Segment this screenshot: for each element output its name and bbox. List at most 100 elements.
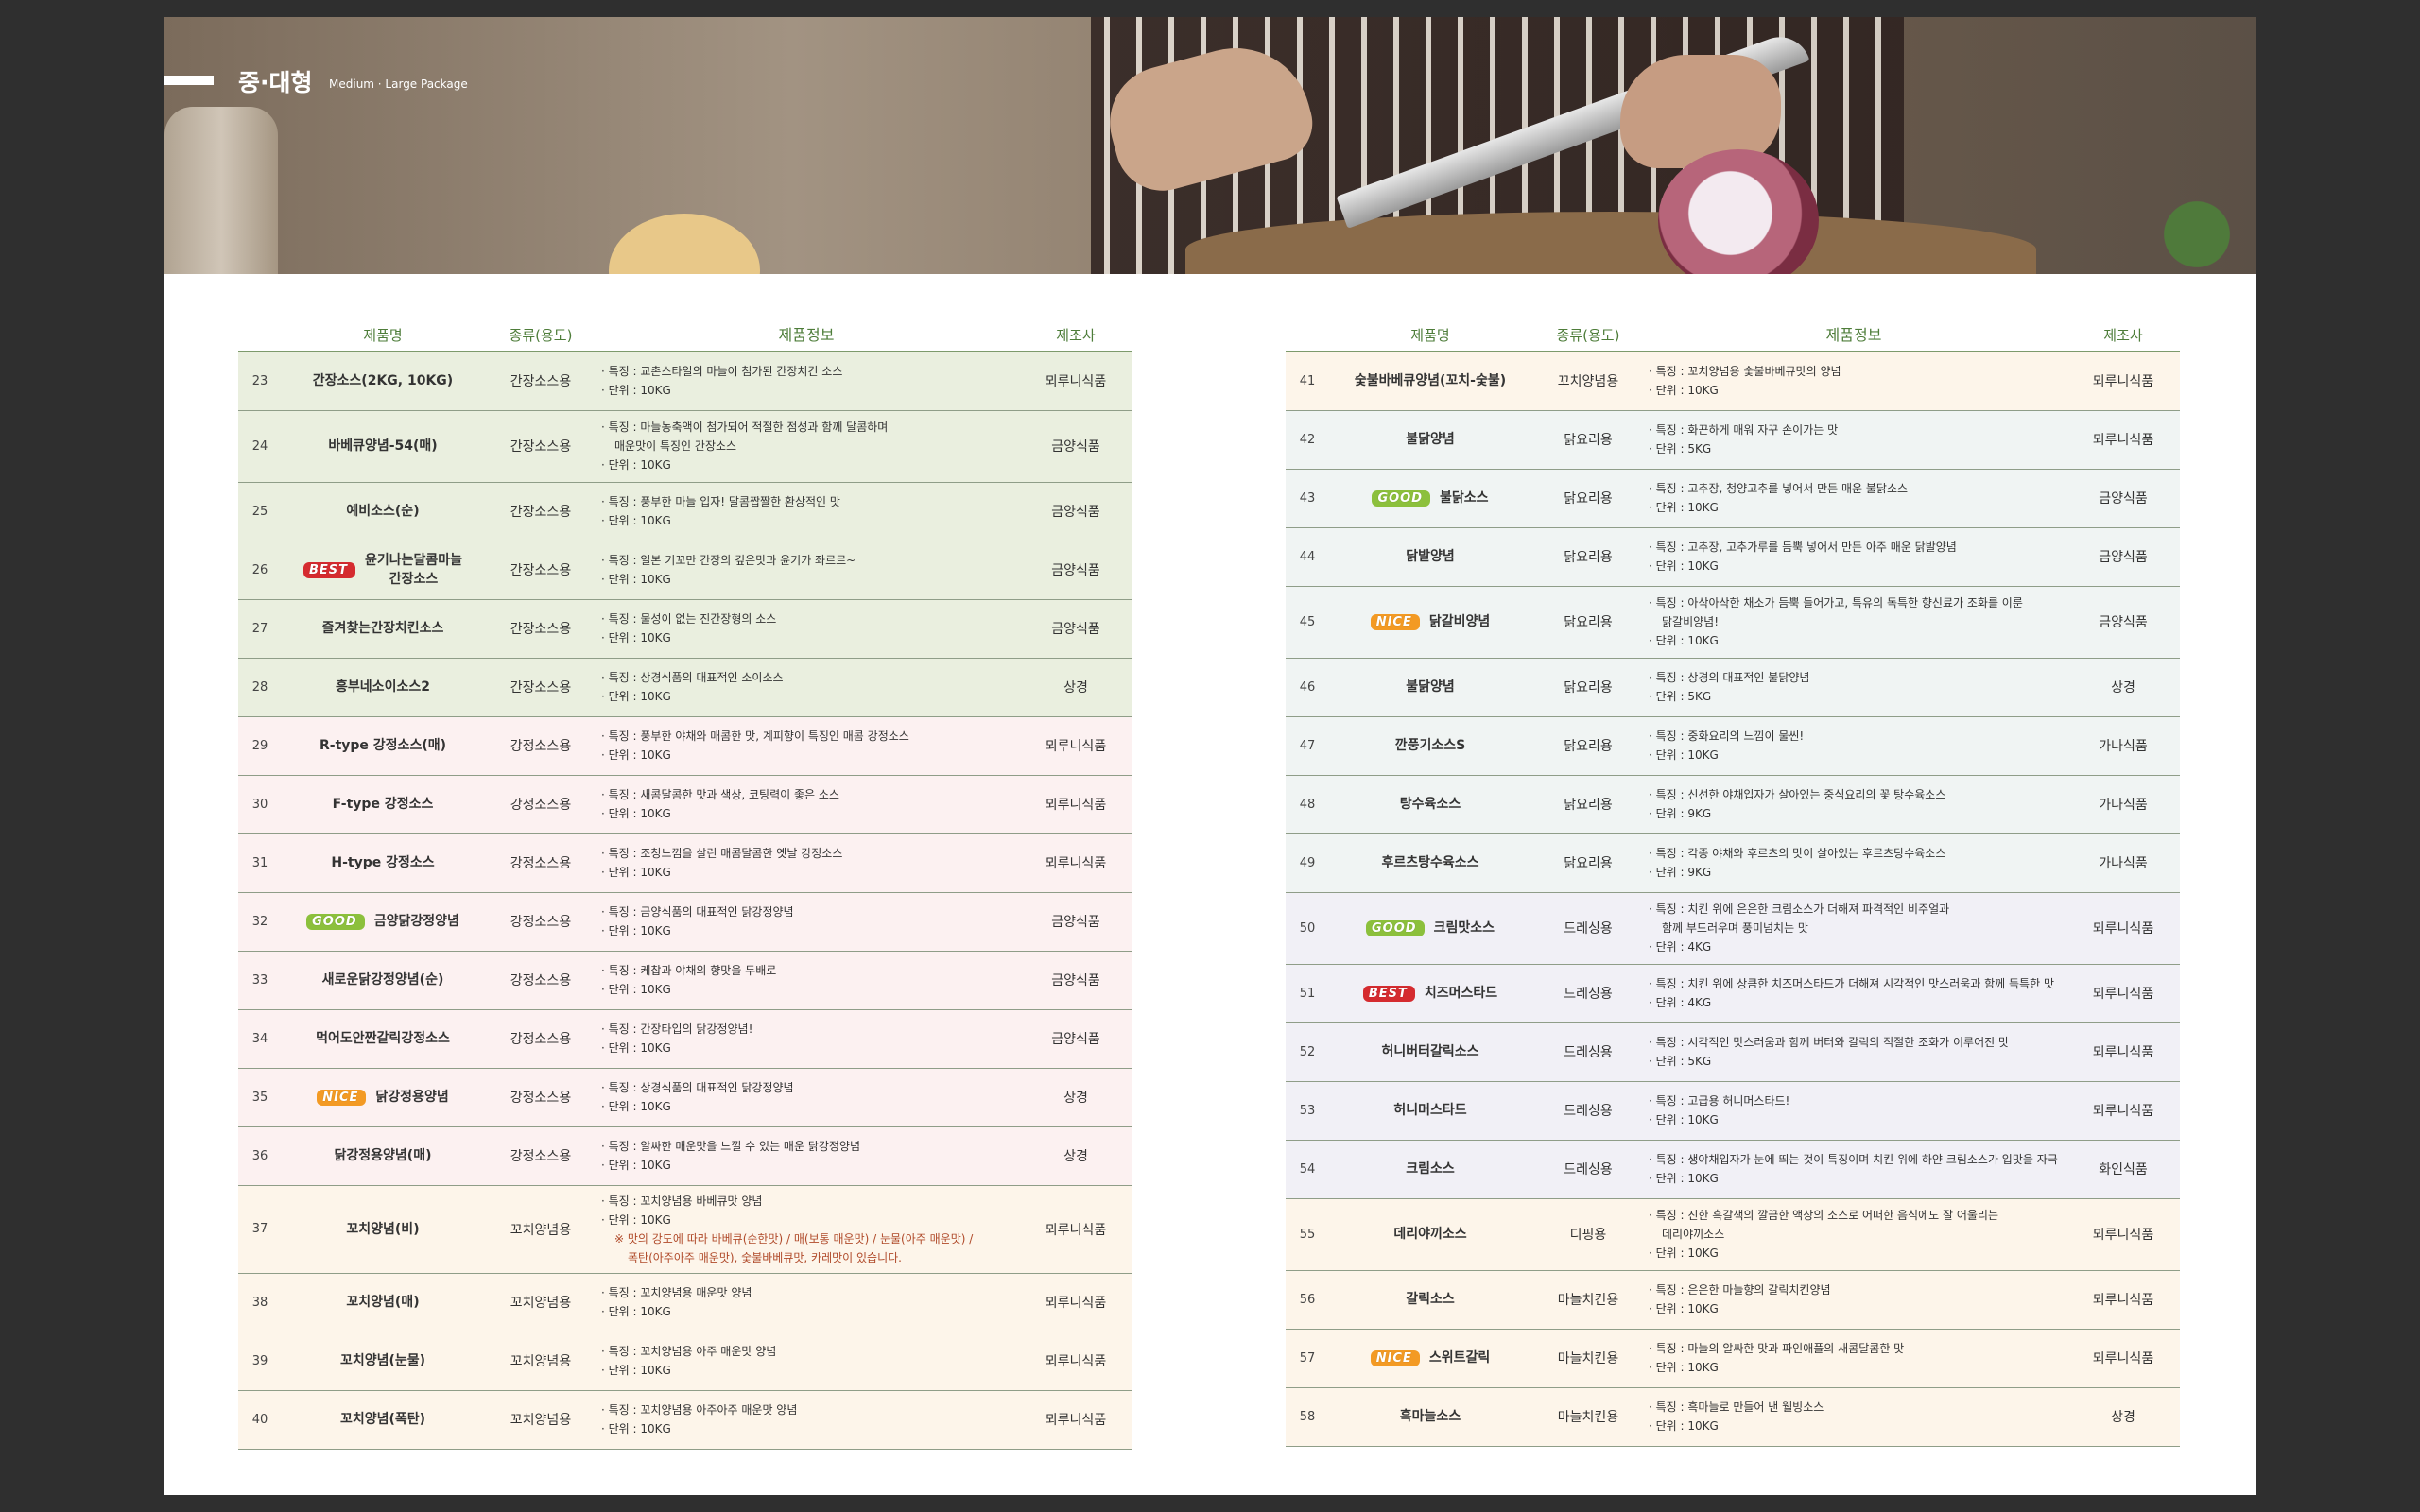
product-name: 즐겨찾는간장치킨소스 (322, 619, 444, 638)
product-name-cell: 닭발양념 (1325, 527, 1535, 587)
product-name-wrap: 후르츠탕수육소스 (1325, 853, 1535, 872)
product-name-cell: 숯불바베큐양념(꼬치-숯불) (1325, 352, 1535, 411)
product-number: 24 (238, 410, 278, 483)
product-number: 32 (238, 892, 278, 952)
product-maker: 가나식품 (2066, 775, 2180, 834)
info-line: · 특징 : 흑마늘로 만들어 낸 웰빙소스 (1649, 1400, 1824, 1414)
product-number: 41 (1286, 352, 1325, 411)
product-info: · 특징 : 알싸한 매운맛을 느낄 수 있는 매운 닭강정양념 · 단위 : 1… (594, 1126, 1019, 1186)
product-type: 간장소스용 (488, 482, 594, 541)
info-line: · 단위 : 10KG (1649, 501, 1719, 514)
product-name: 흥부네소이소스2 (336, 678, 430, 696)
product-name-line: 닭발양념 (1406, 549, 1455, 564)
product-type: 닭요리용 (1535, 658, 1641, 717)
table-row: 48 탕수육소스 닭요리용 · 특징 : 신선한 야채입자가 살아있는 중식요리의 꽃… (1286, 775, 2180, 834)
product-name-cell: 탕수육소스 (1325, 775, 1535, 834)
product-name-wrap: 갈릭소스 (1325, 1290, 1535, 1309)
info-line: · 특징 : 고급용 허니머스타드! (1649, 1094, 1790, 1108)
product-name-wrap: NICE 닭갈비양념 (1325, 612, 1535, 631)
info-line: · 특징 : 치킨 위에 은은한 크림소스가 더해져 파격적인 비주얼과 (1649, 902, 1950, 916)
product-info: · 특징 : 치킨 위에 상큼한 치즈머스타드가 더해져 시각적인 맛스러움과 … (1641, 964, 2066, 1023)
product-number: 43 (1286, 469, 1325, 528)
info-line: · 특징 : 고추장, 고추가루를 듬뿍 넣어서 만든 아주 매운 닭발양념 (1649, 541, 1957, 554)
product-name-line: 금양닭강정양념 (373, 914, 459, 929)
info-line: · 단위 : 10KG (601, 690, 671, 703)
product-type: 강정소스용 (488, 1126, 594, 1186)
product-name-wrap: 흑마늘소스 (1325, 1407, 1535, 1426)
nice-badge: NICE (1370, 613, 1420, 630)
product-maker: 상경 (1019, 1126, 1132, 1186)
product-type: 마늘치킨용 (1535, 1387, 1641, 1447)
title-bar-mark (164, 76, 214, 85)
product-maker: 금양식품 (2066, 469, 2180, 528)
product-name: 꼬치양념(비) (346, 1220, 419, 1239)
table-row: 47 깐풍기소스S 닭요리용 · 특징 : 중화요리의 느낌이 물씬! · 단위 : 1… (1286, 716, 2180, 776)
product-name: 허니머스타드 (1393, 1101, 1466, 1120)
product-name-cell: R-type 강정소스(매) (278, 716, 488, 776)
product-name: 닭갈비양념 (1429, 612, 1490, 631)
product-name: 닭강정용양념(매) (335, 1146, 432, 1165)
herb-illustration (2131, 187, 2256, 274)
product-info: · 특징 : 금양식품의 대표적인 닭강정양념 · 단위 : 10KG (594, 892, 1019, 952)
product-number: 28 (238, 658, 278, 717)
product-name-line: 스위트갈릭 (1428, 1350, 1491, 1366)
info-line: · 특징 : 중화요리의 느낌이 물씬! (1649, 730, 1805, 743)
product-name-wrap: 꼬치양념(눈물) (278, 1351, 488, 1370)
product-name-wrap: 데리야끼소스 (1325, 1225, 1535, 1244)
header-type: 종류(용도) (1535, 310, 1641, 352)
product-table-left: 제품명 종류(용도) 제품정보 제조사 23 간장소스(2KG, 10KG) 간장소… (238, 310, 1132, 1450)
product-type: 드레싱용 (1535, 892, 1641, 965)
product-maker: 금양식품 (1019, 1009, 1132, 1069)
product-name: 흑마늘소스 (1400, 1407, 1461, 1426)
product-number: 26 (238, 541, 278, 600)
product-info: · 특징 : 풍부한 마늘 입자! 달콤짭짤한 환상적인 맛 · 단위 : 10K… (594, 482, 1019, 541)
table-row: 34 먹어도안짠갈릭강정소스 강정소스용 · 특징 : 간장타입의 닭강정양념! · 단… (238, 1009, 1132, 1069)
table-row: 29 R-type 강정소스(매) 강정소스용 · 특징 : 풍부한 야채와 매콤한 … (238, 716, 1132, 776)
info-line: · 단위 : 5KG (1649, 442, 1712, 455)
product-name-line: 간장소스(2KG, 10KG) (312, 373, 454, 389)
product-type: 닭요리용 (1535, 716, 1641, 776)
product-name-cell: 흥부네소이소스2 (278, 658, 488, 717)
product-info: · 특징 : 간장타입의 닭강정양념! · 단위 : 10KG (594, 1009, 1019, 1069)
product-type: 꼬치양념용 (1535, 352, 1641, 411)
nice-badge: NICE (1370, 1349, 1420, 1366)
product-name-line: 간장소스 (389, 572, 439, 587)
product-name: 숯불바베큐양념(꼬치-숯불) (1355, 371, 1506, 390)
product-name-wrap: GOOD 불닭소스 (1325, 489, 1535, 507)
info-line: · 특징 : 은은한 마늘향의 갈릭치킨양념 (1649, 1283, 1831, 1297)
table-row: 43 GOOD 불닭소스 닭요리용 · 특징 : 고추장, 청양고추를 넣어서 만든 매… (1286, 469, 2180, 528)
product-name-cell: 크림소스 (1325, 1140, 1535, 1199)
product-info: · 특징 : 은은한 마늘향의 갈릭치킨양념 · 단위 : 10KG (1641, 1270, 2066, 1330)
product-type: 간장소스용 (488, 410, 594, 483)
product-type: 간장소스용 (488, 541, 594, 600)
product-name-line: 먹어도안짠갈릭강정소스 (316, 1031, 450, 1046)
table-row: 35 NICE 닭강정용양념 강정소스용 · 특징 : 상경식품의 대표적인 닭강정양념… (238, 1068, 1132, 1127)
product-name: 꼬치양념(눈물) (340, 1351, 425, 1370)
product-name: 데리야끼소스 (1393, 1225, 1466, 1244)
info-line: · 단위 : 10KG (601, 1364, 671, 1377)
product-name-line: 불닭양념 (1406, 432, 1455, 447)
product-maker: 상경 (2066, 658, 2180, 717)
bread-illustration (609, 214, 760, 274)
product-info: · 특징 : 신선한 야채입자가 살아있는 중식요리의 꽃 탕수육소스 · 단위 … (1641, 775, 2066, 834)
info-line: · 단위 : 10KG (1649, 1246, 1719, 1260)
product-name-wrap: GOOD 크림맛소스 (1325, 919, 1535, 937)
product-name-wrap: BEST 치즈머스타드 (1325, 984, 1535, 1003)
product-name-wrap: 즐겨찾는간장치킨소스 (278, 619, 488, 638)
product-name-line: 꼬치양념(매) (346, 1295, 420, 1310)
info-line: · 단위 : 10KG (601, 384, 671, 398)
table-row: 23 간장소스(2KG, 10KG) 간장소스용 · 특징 : 교촌스타일의 마늘이 … (238, 352, 1132, 411)
product-name: 꼬치양념(매) (346, 1293, 419, 1312)
product-name-cell: 먹어도안짠갈릭강정소스 (278, 1009, 488, 1069)
info-line: · 특징 : 간장타입의 닭강정양념! (601, 1022, 753, 1036)
info-line: · 단위 : 10KG (601, 573, 671, 586)
info-line: · 단위 : 10KG (1649, 1172, 1719, 1185)
product-maker: 뫼루니식품 (1019, 1332, 1132, 1391)
product-name-wrap: H-type 강정소스 (278, 853, 488, 872)
product-type: 마늘치킨용 (1535, 1270, 1641, 1330)
product-name-wrap: 흥부네소이소스2 (278, 678, 488, 696)
product-table-right: 제품명 종류(용도) 제품정보 제조사 41 숯불바베큐양념(꼬치-숯불) 꼬치양념… (1286, 310, 2180, 1447)
product-name-cell: 새로운닭강정양념(순) (278, 951, 488, 1010)
product-info: · 특징 : 치킨 위에 은은한 크림소스가 더해져 파격적인 비주얼과 함께 부… (1641, 892, 2066, 965)
product-type: 강정소스용 (488, 1009, 594, 1069)
